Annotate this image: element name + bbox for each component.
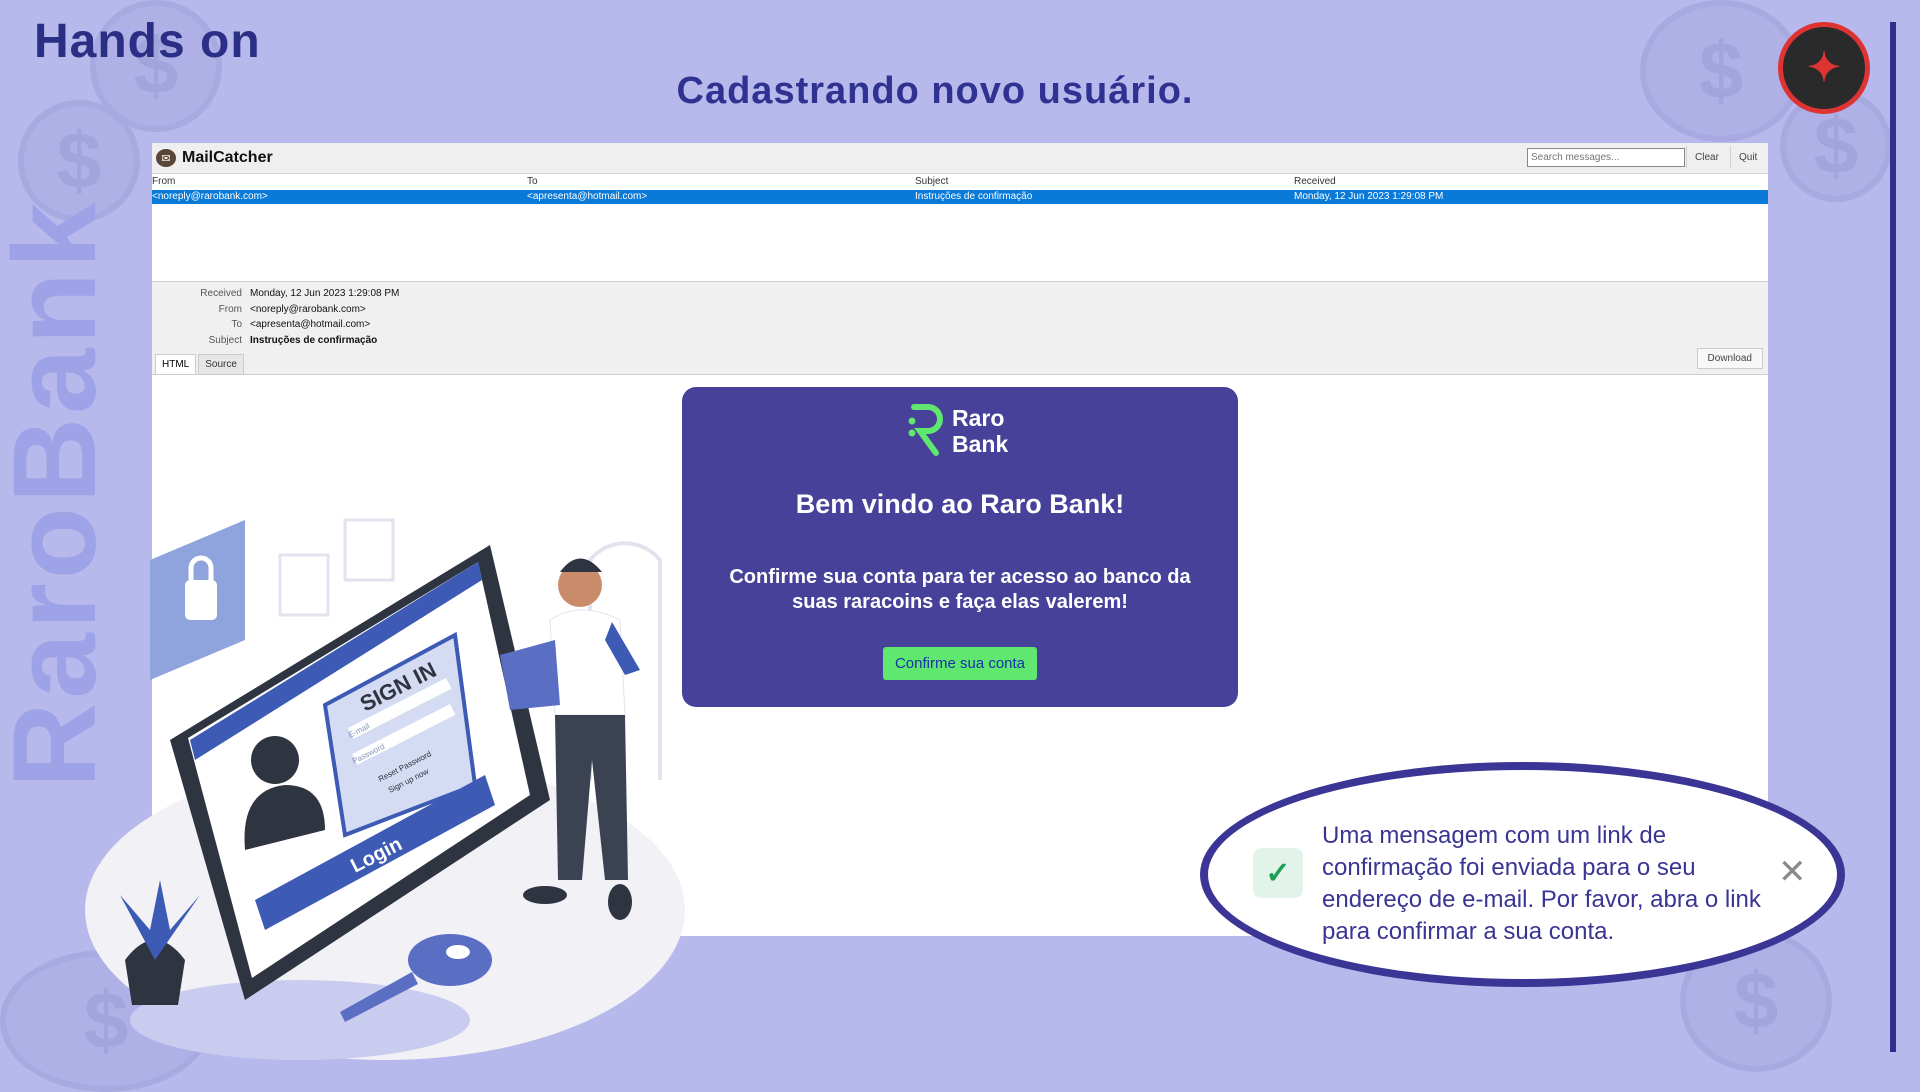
raro-bank-logo-icon <box>908 404 943 456</box>
brand-logo-icon: ✦ <box>1778 22 1870 114</box>
picture-frame-icon <box>343 518 395 582</box>
message-metadata: Received Monday, 12 Jun 2023 1:29:08 PM F… <box>152 282 1768 375</box>
toast-message: Uma mensagem com um link de confirmação … <box>1322 822 1761 945</box>
email-heading: Bem vindo ao Raro Bank! <box>795 489 1125 519</box>
email-body-text: Confirme sua conta para ter acesso ao ba… <box>682 565 1238 615</box>
column-header-to[interactable]: To <box>527 176 538 187</box>
from-value: <noreply@rarobank.com> <box>250 303 366 315</box>
column-header-subject[interactable]: Subject <box>915 176 948 187</box>
message-list-empty-area <box>152 204 1768 282</box>
picture-frame-icon <box>278 553 330 617</box>
quit-button[interactable]: Quit <box>1730 146 1765 168</box>
email-content-card: Raro Bank Bem vindo ao Raro Bank! Confir… <box>682 387 1238 707</box>
slide-subtitle: Cadastrando novo usuário. <box>676 70 1194 112</box>
brand-line-2: Bank <box>952 431 1009 457</box>
message-received: Monday, 12 Jun 2023 1:29:08 PM <box>1294 191 1444 202</box>
message-list-header: From To Subject Received <box>152 174 1768 190</box>
brand-line-1: Raro <box>952 405 1005 431</box>
success-toast: ✓ Uma mensagem com um link de confirmaçã… <box>1200 762 1845 987</box>
column-header-received[interactable]: Received <box>1294 176 1336 187</box>
search-input[interactable] <box>1527 148 1685 167</box>
subject-value: Instruções de confirmação <box>250 334 378 346</box>
message-to: <apresenta@hotmail.com> <box>527 191 648 202</box>
mailcatcher-header: ✉ MailCatcher Clear Quit <box>152 143 1768 174</box>
clear-button[interactable]: Clear <box>1686 146 1727 168</box>
message-subject: Instruções de confirmação <box>915 191 1033 202</box>
download-button[interactable]: Download <box>1696 348 1763 369</box>
tab-html[interactable]: HTML <box>155 354 197 374</box>
avatar-icon <box>251 736 299 784</box>
check-icon: ✓ <box>1253 848 1303 898</box>
mailcatcher-logo-icon: ✉ <box>156 149 176 167</box>
received-label: Received <box>200 288 242 299</box>
received-value: Monday, 12 Jun 2023 1:29:08 PM <box>250 288 400 299</box>
format-tabs: HTML Source <box>155 354 246 374</box>
subject-label: Subject <box>208 334 242 346</box>
raro-bank-logo: Raro Bank <box>906 403 1008 459</box>
email-body: Confirme sua conta para ter acesso ao ba… <box>729 566 1191 613</box>
tab-source[interactable]: Source <box>198 354 244 374</box>
close-icon[interactable]: ✕ <box>1778 852 1807 892</box>
sign-in-illustration: SIGN IN E-mail Password Reset Password S… <box>85 518 685 1060</box>
lock-bubble-icon <box>150 520 245 680</box>
slide-title: Hands on <box>34 15 261 68</box>
right-divider <box>1890 22 1896 1052</box>
column-header-from[interactable]: From <box>152 176 175 187</box>
to-label: To <box>231 319 242 330</box>
raro-bank-wordmark: Raro Bank <box>952 405 1008 457</box>
message-row[interactable]: <noreply@rarobank.com> <apresenta@hotmai… <box>152 190 1768 204</box>
message-from: <noreply@rarobank.com> <box>152 191 268 202</box>
to-value: <apresenta@hotmail.com> <box>250 319 371 330</box>
app-title: MailCatcher <box>182 149 273 166</box>
from-label: From <box>218 303 242 315</box>
confirm-account-button[interactable]: Confirme sua conta <box>883 647 1037 680</box>
